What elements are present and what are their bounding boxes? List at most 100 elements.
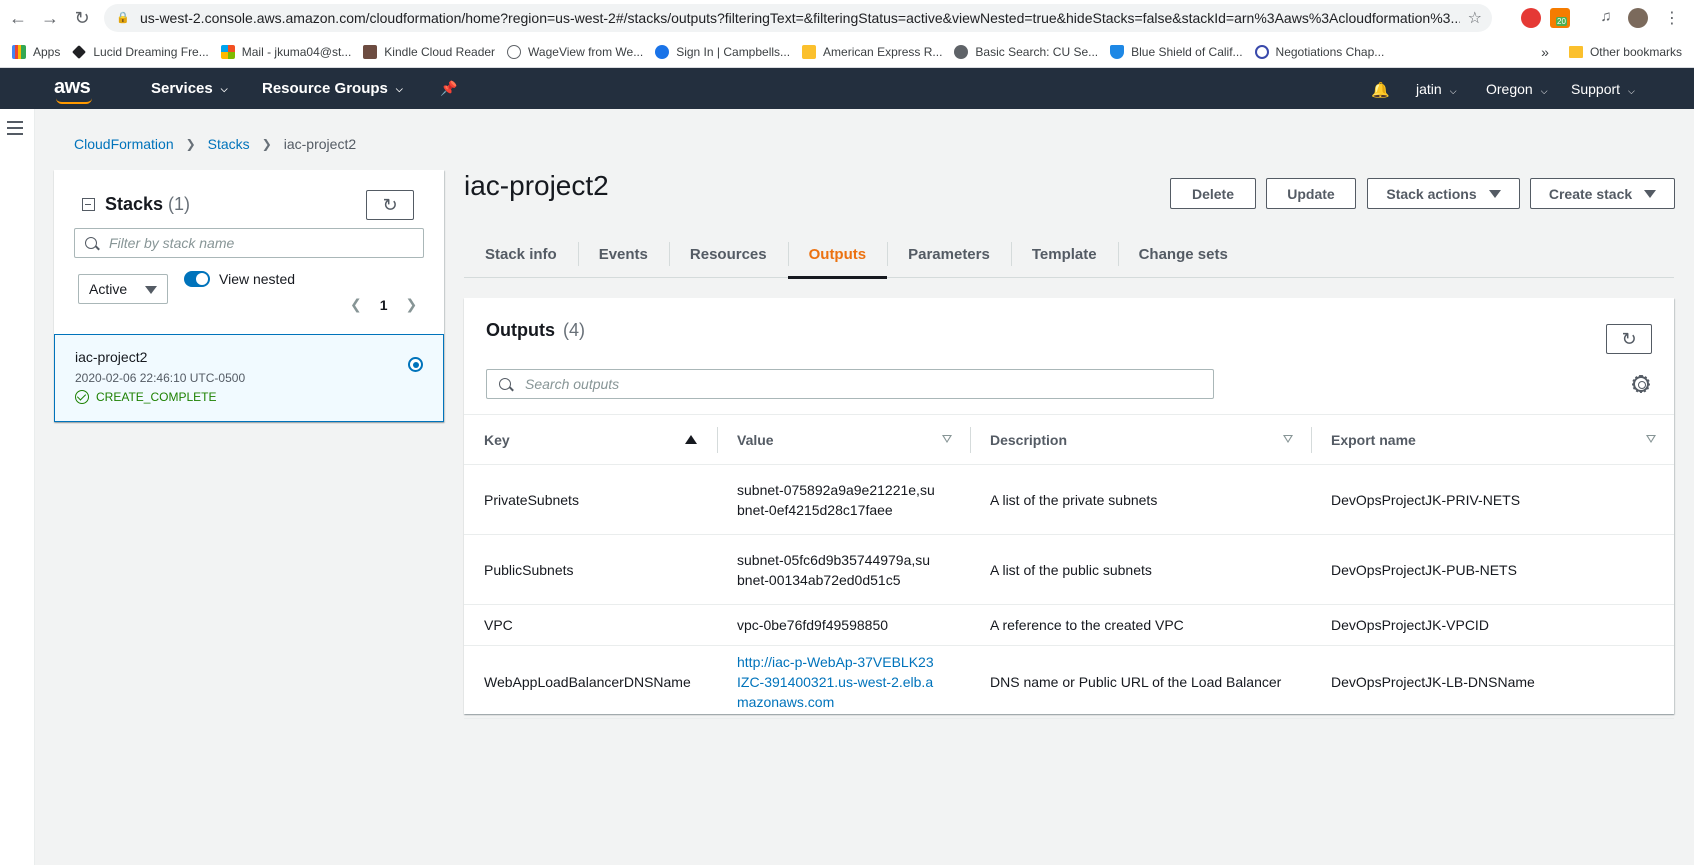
collapse-icon[interactable] [82, 198, 95, 211]
breadcrumb-current: iac-project2 [283, 136, 357, 152]
stack-actions-label: Stack actions [1386, 185, 1477, 202]
user-menu[interactable]: jatin ⌵ [1416, 81, 1457, 97]
table-row: PrivateSubnets subnet-075892a9a9e21221e,… [464, 464, 1674, 535]
bookmarks-bar: Apps Lucid Dreaming Fre... Mail - jkuma0… [0, 36, 1694, 68]
column-divider [1311, 427, 1312, 453]
tab-parameters[interactable]: Parameters [887, 230, 1011, 278]
search-icon [85, 237, 97, 249]
outputs-table: Key Value Description Export name Privat… [464, 414, 1674, 719]
col-export-label: Export name [1331, 431, 1416, 448]
stack-filter-input[interactable]: Filter by stack name [74, 228, 424, 258]
stacks-panel: Stacks (1) ↻ Filter by stack name Active… [54, 170, 444, 422]
tab-template[interactable]: Template [1010, 230, 1118, 278]
campbells-icon [655, 44, 670, 59]
stack-created-time: 2020-02-06 22:46:10 UTC-0500 [75, 371, 246, 385]
bookmark-item[interactable]: Kindle Cloud Reader [363, 44, 496, 59]
cell-description: A list of the public subnets [970, 534, 1311, 605]
outputs-panel: Outputs (4) ↻ Search outputs Key Value D… [464, 298, 1674, 719]
extension-icon-red[interactable] [1521, 8, 1541, 28]
resource-groups-menu[interactable]: Resource Groups ⌵ [262, 80, 403, 97]
col-value[interactable]: Value [717, 414, 970, 465]
delete-button[interactable]: Delete [1170, 178, 1256, 209]
refresh-icon: ↻ [1621, 328, 1637, 349]
stack-actions-button[interactable]: Stack actions [1367, 178, 1520, 209]
stacks-refresh-button[interactable]: ↻ [366, 190, 414, 220]
bookmarks-overflow-button[interactable]: » [1541, 44, 1549, 60]
bookmark-label: WageView from We... [528, 44, 644, 59]
prev-page-icon[interactable]: ❮ [350, 296, 362, 313]
update-button[interactable]: Update [1266, 178, 1356, 209]
aws-top-nav: aws Services ⌵ Resource Groups ⌵ 📌 🔔 jatin… [0, 68, 1694, 109]
menu-kebab-icon[interactable]: ⋮ [1662, 8, 1682, 28]
tab-change-sets[interactable]: Change sets [1117, 230, 1249, 278]
outputs-refresh-button[interactable]: ↻ [1606, 324, 1652, 354]
tab-stack-info[interactable]: Stack info [464, 230, 578, 278]
stack-status-text: CREATE_COMPLETE [96, 390, 217, 404]
bookmark-item[interactable]: Lucid Dreaming Fre... [72, 44, 209, 59]
sort-icon[interactable] [942, 435, 952, 443]
bookmark-label: Kindle Cloud Reader [384, 44, 496, 59]
stack-detail-tabs: Stack info Events Resources Outputs Para… [464, 230, 1674, 279]
media-control-icon[interactable]: ♫ [1596, 8, 1616, 28]
profile-avatar[interactable] [1628, 8, 1648, 28]
back-icon[interactable]: ← [4, 4, 32, 32]
col-description[interactable]: Description [970, 414, 1311, 465]
col-export-name[interactable]: Export name [1311, 414, 1674, 465]
cell-export: DevOpsProjectJK-VPCID [1311, 604, 1674, 646]
bookmark-label: Lucid Dreaming Fre... [93, 44, 209, 59]
bookmark-star-icon[interactable]: ☆ [1468, 8, 1482, 28]
services-menu[interactable]: Services ⌵ [151, 80, 228, 97]
bookmark-item[interactable]: Basic Search: CU Se... [954, 44, 1098, 59]
stack-list-item[interactable]: iac-project2 2020-02-06 22:46:10 UTC-050… [54, 334, 444, 422]
aws-logo[interactable]: aws [54, 76, 92, 104]
status-filter-select[interactable]: Active [78, 274, 168, 304]
breadcrumb-stacks[interactable]: Stacks [208, 136, 250, 152]
sort-icon[interactable] [1646, 435, 1656, 443]
bookmark-item[interactable]: Negotiations Chap... [1254, 44, 1385, 59]
bookmark-label: Apps [33, 44, 61, 59]
bookmark-item[interactable]: WageView from We... [507, 44, 644, 59]
sort-ascending-icon[interactable] [685, 435, 697, 444]
tab-outputs[interactable]: Outputs [787, 230, 888, 279]
amex-icon [802, 44, 817, 59]
reload-icon[interactable]: ↻ [68, 4, 96, 32]
stacks-title-text: Stacks [105, 194, 164, 214]
forward-icon[interactable]: → [36, 4, 64, 32]
bookmark-label: American Express R... [823, 44, 943, 59]
tab-events[interactable]: Events [577, 230, 669, 278]
bookmark-label: Negotiations Chap... [1275, 44, 1385, 59]
bookmark-item[interactable]: American Express R... [802, 44, 943, 59]
address-bar[interactable]: 🔒 us-west-2.console.aws.amazon.com/cloud… [104, 4, 1492, 32]
extension-icon-orange[interactable]: 20 [1550, 8, 1570, 28]
outputs-title: Outputs (4) [486, 320, 585, 341]
bell-icon[interactable]: 🔔 [1371, 81, 1390, 99]
region-menu[interactable]: Oregon ⌵ [1486, 81, 1548, 97]
breadcrumb-cloudformation[interactable]: CloudFormation [74, 136, 174, 152]
current-page[interactable]: 1 [380, 297, 388, 313]
tab-resources[interactable]: Resources [668, 230, 788, 278]
view-nested-toggle[interactable] [184, 271, 210, 287]
support-menu[interactable]: Support ⌵ [1571, 81, 1635, 97]
bookmark-apps[interactable]: Apps [12, 44, 61, 59]
stack-select-radio[interactable] [408, 357, 423, 372]
bookmark-item[interactable]: Sign In | Campbells... [655, 44, 790, 59]
next-page-icon[interactable]: ❯ [406, 296, 418, 313]
outputs-search-input[interactable]: Search outputs [486, 369, 1214, 399]
load-balancer-url-link[interactable]: http://iac-p-WebAp-37VEBLK23IZC-39140032… [737, 654, 934, 710]
region-label: Oregon [1486, 81, 1533, 97]
col-value-label: Value [737, 431, 774, 448]
hamburger-menu-icon[interactable] [7, 121, 23, 139]
chevron-down-icon: ⌵ [220, 84, 228, 94]
cell-key: VPC [464, 604, 717, 646]
col-key[interactable]: Key [464, 414, 717, 465]
pin-icon[interactable]: 📌 [440, 80, 457, 97]
view-nested-label: View nested [219, 271, 296, 287]
sort-icon[interactable] [1283, 435, 1293, 443]
success-check-icon [75, 390, 89, 404]
bookmark-item[interactable]: Blue Shield of Calif... [1110, 44, 1243, 59]
gear-icon[interactable] [1633, 376, 1649, 392]
create-stack-button[interactable]: Create stack [1530, 178, 1675, 209]
cell-value-text: vpc-0be76fd9f49598850 [737, 617, 889, 633]
other-bookmarks[interactable]: Other bookmarks [1590, 45, 1682, 59]
bookmark-item[interactable]: Mail - jkuma04@st... [220, 44, 351, 59]
